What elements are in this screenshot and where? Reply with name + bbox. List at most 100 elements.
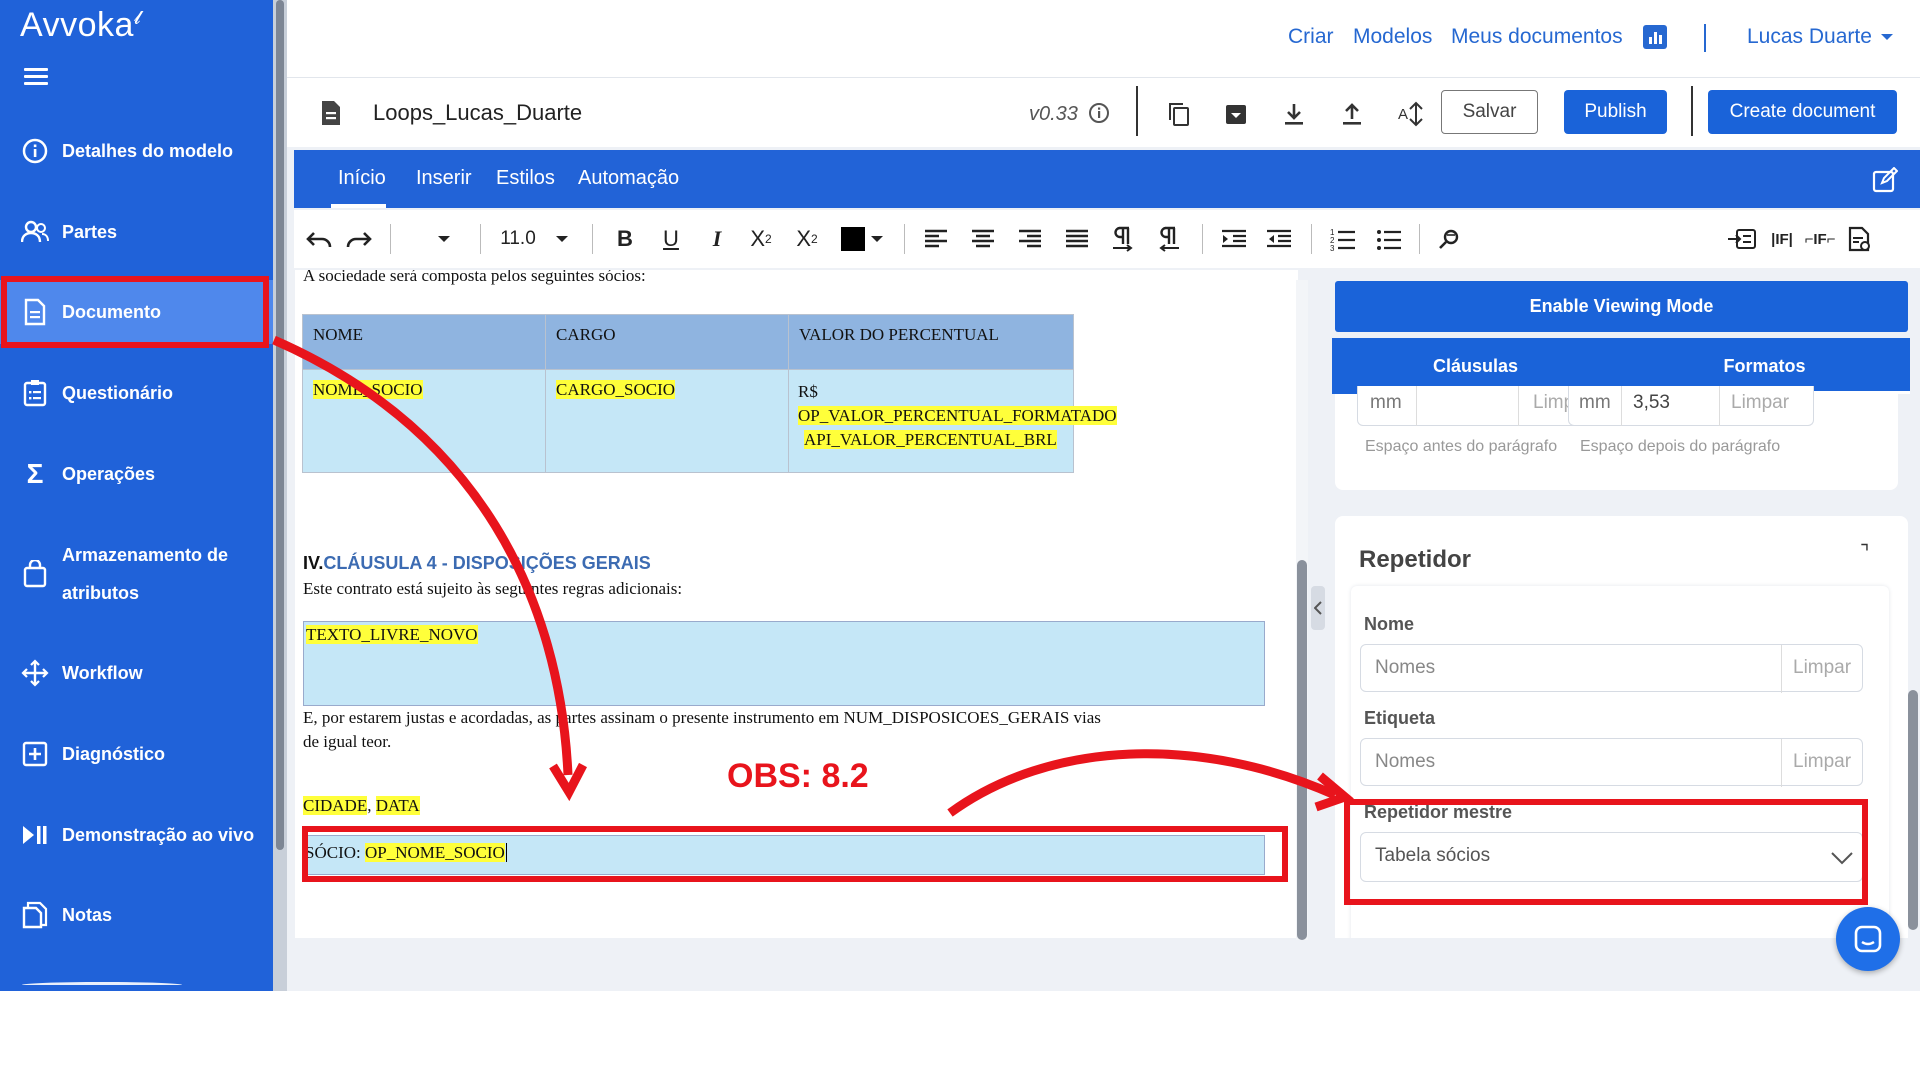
sidebar-item-documento[interactable]: Documento xyxy=(0,280,273,344)
create-document-button[interactable]: Create document xyxy=(1708,90,1897,134)
rtl-paragraph-icon[interactable] xyxy=(1154,220,1184,258)
clear-button[interactable]: Limpar xyxy=(1793,657,1851,679)
tab-inicio[interactable]: Início xyxy=(338,167,386,190)
sidebar-item-workflow[interactable]: Workflow xyxy=(0,653,273,693)
font-size-select[interactable]: 11.0 xyxy=(496,220,540,258)
table-cell-cargo[interactable]: CARGO_SOCIO xyxy=(545,369,789,473)
sidebar-item-notas[interactable]: Notas xyxy=(0,895,273,935)
sidebar-item-partial[interactable] xyxy=(22,982,182,988)
if-block-icon[interactable]: ⌐IF⌐ xyxy=(1804,220,1836,258)
document-scrollbar[interactable] xyxy=(1296,280,1308,940)
tab-automacao[interactable]: Automação xyxy=(578,167,679,190)
nav-link-meus-documentos[interactable]: Meus documentos xyxy=(1451,25,1623,49)
clear-button[interactable]: Limpar xyxy=(1731,392,1789,414)
edit-icon[interactable] xyxy=(1871,166,1899,194)
bar-chart-icon[interactable] xyxy=(1643,25,1667,49)
place-date-line[interactable]: CIDADE, DATA xyxy=(303,796,420,816)
outdent-icon[interactable] xyxy=(1264,220,1294,258)
free-text-block[interactable]: TEXTO_LIVRE_NOVO xyxy=(303,621,1265,706)
table-cell-nome[interactable]: NOME_SOCIO xyxy=(302,369,546,473)
find-replace-icon[interactable] xyxy=(1434,220,1464,258)
table-header-valor[interactable]: VALOR DO PERCENTUAL xyxy=(788,314,1074,370)
closing-line-2[interactable]: de igual teor. xyxy=(303,732,391,752)
bold-icon[interactable]: B xyxy=(612,220,638,258)
table-header-nome[interactable]: NOME xyxy=(302,314,546,370)
translate-icon[interactable]: A xyxy=(1395,98,1427,130)
text-color-icon[interactable] xyxy=(840,220,866,258)
select-value: Tabela sócios xyxy=(1375,845,1491,866)
chevron-down-icon[interactable] xyxy=(868,220,886,258)
archive-icon[interactable] xyxy=(1223,100,1249,128)
document-title[interactable]: Loops_Lucas_Duarte xyxy=(373,100,582,126)
panel-scrollbar[interactable] xyxy=(1908,690,1918,930)
document-page[interactable]: A sociedade será composta pelos seguinte… xyxy=(295,270,1298,938)
variable-texto-livre[interactable]: TEXTO_LIVRE_NOVO xyxy=(306,625,478,644)
hamburger-menu-icon[interactable] xyxy=(24,68,48,86)
align-center-icon[interactable] xyxy=(968,220,998,258)
sidebar-item-detalhes[interactable]: Detalhes do modelo xyxy=(0,131,273,171)
clause-paragraph[interactable]: Este contrato está sujeito às seguintes … xyxy=(303,579,682,599)
spacing-after-field[interactable]: mm 3,53 Limpar xyxy=(1568,386,1814,426)
numbered-list-icon[interactable]: 123 xyxy=(1328,220,1358,258)
paragraph-intro[interactable]: A sociedade será composta pelos seguinte… xyxy=(303,270,646,286)
variable-cargo-socio[interactable]: CARGO_SOCIO xyxy=(556,380,676,399)
chevron-down-icon[interactable] xyxy=(1879,30,1895,44)
sidebar-scrollbar[interactable] xyxy=(273,0,287,991)
variable-cidade[interactable]: CIDADE xyxy=(303,796,368,815)
tab-estilos[interactable]: Estilos xyxy=(496,167,555,190)
font-size-chevron-icon[interactable] xyxy=(552,220,572,258)
sidebar-item-operacoes[interactable]: Σ Operações xyxy=(0,454,273,494)
clear-button[interactable]: Limpar xyxy=(1793,751,1851,773)
align-left-icon[interactable] xyxy=(921,220,951,258)
insert-field-icon[interactable] xyxy=(1726,220,1758,258)
save-button[interactable]: Salvar xyxy=(1441,90,1538,134)
collapse-panel-button[interactable] xyxy=(1311,586,1325,630)
sidebar-item-diagnostico[interactable]: Diagnóstico xyxy=(0,734,273,774)
sidebar-item-questionario[interactable]: Questionário xyxy=(0,373,273,413)
justify-icon[interactable] xyxy=(1062,220,1092,258)
style-dropdown-chevron-icon[interactable] xyxy=(434,220,454,258)
spacing-value[interactable]: 3,53 xyxy=(1633,392,1670,414)
socio-repeater-block[interactable]: SÓCIO: OP_NOME_SOCIO xyxy=(303,835,1265,875)
underline-icon[interactable]: U xyxy=(658,220,684,258)
user-menu[interactable]: Lucas Duarte xyxy=(1747,25,1872,49)
variable-op-valor[interactable]: OP_VALOR_PERCENTUAL_FORMATADO xyxy=(798,406,1117,425)
superscript-icon[interactable]: X2 xyxy=(790,220,824,258)
bullet-list-icon[interactable] xyxy=(1374,220,1404,258)
closing-line-1[interactable]: E, por estarem justas e acordadas, as pa… xyxy=(303,708,1101,728)
ltr-paragraph-icon[interactable] xyxy=(1108,220,1138,258)
nav-link-criar[interactable]: Criar xyxy=(1288,25,1334,49)
variable-data[interactable]: DATA xyxy=(375,796,420,815)
etiqueta-input[interactable]: Nomes Limpar xyxy=(1360,738,1863,787)
nav-link-modelos[interactable]: Modelos xyxy=(1353,25,1432,49)
chat-button[interactable] xyxy=(1836,907,1900,971)
document-settings-icon[interactable] xyxy=(1844,220,1876,258)
table-cell-valor[interactable]: R$ OP_VALOR_PERCENTUAL_FORMATADO API_VAL… xyxy=(788,369,1117,473)
italic-icon[interactable]: I xyxy=(704,220,730,258)
sidebar-item-armazenamento[interactable]: Armazenamento de atributos xyxy=(0,534,273,614)
redo-icon[interactable] xyxy=(344,220,374,258)
if-condition-icon[interactable]: |IF| xyxy=(1766,220,1798,258)
sidebar-item-partes[interactable]: Partes xyxy=(0,212,273,252)
corner-collapse-icon[interactable]: ⌝ xyxy=(1860,540,1869,565)
publish-button[interactable]: Publish xyxy=(1564,90,1667,134)
clause-heading[interactable]: IV.CLÁUSULA 4 - DISPOSIÇÕES GERAIS xyxy=(303,553,651,574)
subscript-icon[interactable]: X2 xyxy=(744,220,778,258)
download-icon[interactable] xyxy=(1281,100,1307,128)
nome-input[interactable]: Nomes Limpar xyxy=(1360,644,1863,693)
align-right-icon[interactable] xyxy=(1015,220,1045,258)
tab-inserir[interactable]: Inserir xyxy=(416,167,472,190)
brand-logo[interactable]: Avvoka𝓵 xyxy=(20,6,141,45)
repetidor-mestre-select[interactable]: Tabela sócios xyxy=(1360,832,1863,882)
enable-viewing-mode-button[interactable]: Enable Viewing Mode xyxy=(1335,281,1908,332)
table-header-cargo[interactable]: CARGO xyxy=(545,314,789,370)
variable-op-nome-socio[interactable]: OP_NOME_SOCIO xyxy=(364,843,505,862)
variable-nome-socio[interactable]: NOME_SOCIO xyxy=(313,380,423,399)
info-icon[interactable] xyxy=(1088,102,1110,124)
sidebar-item-demonstracao[interactable]: Demonstração ao vivo xyxy=(0,815,273,855)
upload-icon[interactable] xyxy=(1339,100,1365,128)
variable-api-valor[interactable]: API_VALOR_PERCENTUAL_BRL xyxy=(804,430,1057,449)
indent-icon[interactable] xyxy=(1219,220,1249,258)
undo-icon[interactable] xyxy=(304,220,334,258)
copy-icon[interactable] xyxy=(1166,100,1192,128)
